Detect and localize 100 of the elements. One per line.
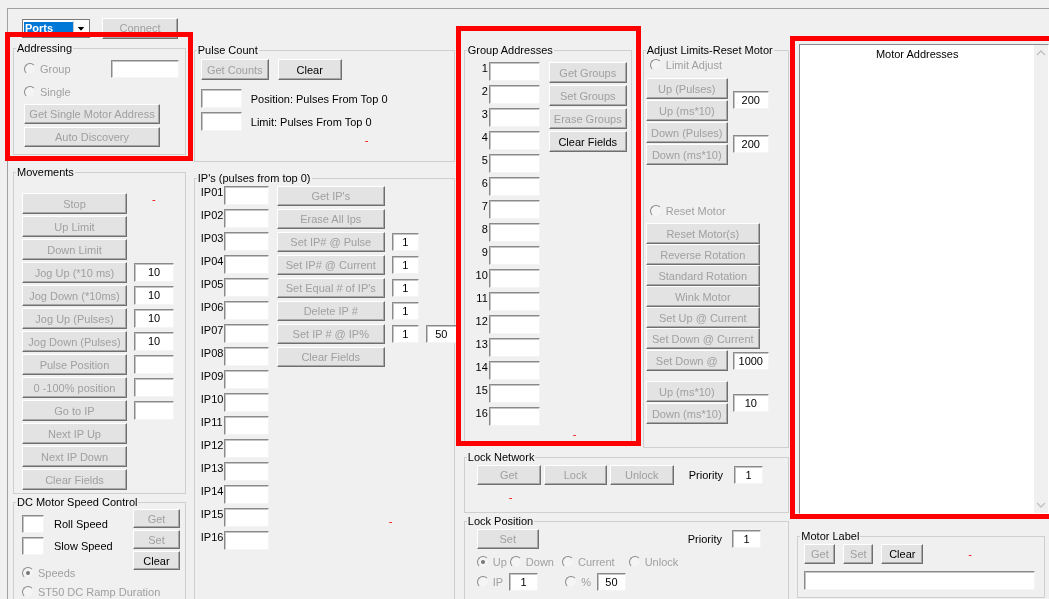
group-field[interactable] — [488, 62, 540, 81]
priority-label: Priority — [688, 469, 723, 481]
group-field[interactable] — [488, 384, 540, 403]
group-title: Movements — [16, 166, 75, 178]
ip-field[interactable] — [223, 186, 269, 205]
group-field[interactable] — [488, 154, 540, 173]
group-field[interactable] — [488, 246, 540, 265]
readout-text: Limit: Pulses From Top 0 — [250, 115, 372, 128]
ip-label: IP15 — [200, 508, 224, 520]
speed-field[interactable] — [22, 537, 44, 555]
slot-number: 3 — [480, 108, 488, 120]
group-field[interactable] — [488, 131, 540, 150]
speed-button[interactable]: Clear — [133, 551, 180, 570]
group-title: Addressing — [16, 42, 74, 54]
pulse-field[interactable] — [200, 89, 242, 108]
readout-text: Position: Pulses From Top 0 — [250, 92, 388, 105]
ip-field[interactable] — [223, 416, 269, 435]
pulse-button[interactable]: Clear — [277, 59, 342, 80]
pulse-field[interactable] — [200, 112, 242, 131]
status-text: - — [572, 428, 577, 440]
group-title: DC Motor Speed Control — [16, 496, 139, 508]
group-title: Lock Position — [466, 515, 535, 527]
priority-label: Priority — [687, 533, 722, 545]
ip-label: IP03 — [200, 232, 224, 244]
address-field[interactable] — [111, 60, 179, 78]
ip-label: IP07 — [200, 324, 224, 336]
group-field[interactable] — [488, 315, 540, 334]
ip-field[interactable] — [223, 232, 269, 251]
ip-label: IP11 — [200, 416, 224, 428]
field-label: Roll Speed — [54, 518, 108, 530]
group-field[interactable] — [488, 85, 540, 104]
group-field[interactable] — [488, 407, 540, 426]
group-field[interactable] — [488, 177, 540, 196]
ip-field[interactable] — [223, 324, 269, 343]
group-title: Group Addresses — [466, 44, 554, 56]
status-text: - — [508, 491, 513, 503]
group-title: Lock Network — [466, 451, 536, 463]
label-button[interactable]: Clear — [881, 544, 924, 564]
group-field[interactable] — [488, 361, 540, 380]
ip-field[interactable] — [223, 531, 269, 550]
group-title: Adjust Limits-Reset Motor — [645, 44, 774, 56]
group-field[interactable] — [488, 292, 540, 311]
ip-label: IP13 — [200, 462, 224, 474]
slot-number: 10 — [474, 269, 488, 281]
ip-label: IP06 — [200, 301, 224, 313]
speed-field[interactable] — [22, 515, 44, 533]
priority-field[interactable]: 1 — [732, 530, 761, 548]
ip-label: IP02 — [200, 209, 224, 221]
ip-field[interactable] — [223, 370, 269, 389]
ip-field[interactable] — [223, 209, 269, 228]
number-field[interactable] — [134, 378, 174, 397]
label-field[interactable] — [804, 571, 1036, 590]
ip-label: IP10 — [200, 393, 224, 405]
ip-label: IP05 — [200, 278, 224, 290]
field-label: Slow Speed — [54, 540, 113, 552]
ip-label: IP04 — [200, 255, 224, 267]
slot-number: 11 — [475, 292, 488, 304]
number-field[interactable]: 200 — [732, 134, 769, 153]
slot-number: 7 — [480, 200, 488, 212]
list-header: Motor Addresses — [874, 47, 960, 62]
slot-number: 9 — [480, 246, 488, 258]
group-field[interactable] — [488, 269, 540, 288]
ip-label: IP14 — [200, 485, 224, 497]
group-field[interactable] — [488, 200, 540, 219]
slot-number: 12 — [474, 315, 488, 327]
group-address-button[interactable]: Clear Fields — [548, 131, 627, 152]
slot-number: 4 — [480, 131, 488, 143]
number-field[interactable]: 200 — [732, 90, 769, 109]
ip-field[interactable] — [223, 347, 269, 366]
ip-field[interactable] — [223, 301, 269, 320]
ip-field[interactable] — [223, 485, 269, 504]
slot-number: 2 — [480, 85, 488, 97]
ip-field[interactable] — [223, 439, 269, 458]
ip-field[interactable] — [223, 255, 269, 274]
slot-number: 6 — [480, 177, 488, 189]
group-field[interactable] — [488, 338, 540, 357]
group-title: IP's (pulses from top 0) — [196, 172, 312, 184]
slot-number: 15 — [474, 384, 488, 396]
number-field[interactable]: 1000 — [732, 351, 769, 370]
status-text: - — [152, 193, 156, 205]
group-title: Pulse Count — [196, 44, 259, 56]
slot-number: 13 — [474, 338, 488, 350]
group-field[interactable] — [488, 223, 540, 242]
number-field[interactable] — [134, 355, 174, 374]
ip-field[interactable] — [223, 508, 269, 527]
group-field[interactable] — [488, 108, 540, 127]
number-field[interactable]: 10 — [732, 393, 769, 412]
ip-label: IP16 — [200, 531, 224, 543]
status-text: - — [968, 548, 972, 560]
ip-field[interactable] — [223, 278, 269, 297]
group-title: Motor Label — [800, 530, 861, 542]
slot-number: 5 — [480, 154, 488, 166]
slot-number: 14 — [474, 361, 488, 373]
ip-field[interactable] — [223, 393, 269, 412]
number-field[interactable] — [134, 401, 174, 420]
ip-field[interactable] — [223, 462, 269, 481]
ip-label: IP09 — [200, 370, 224, 382]
priority-field[interactable]: 1 — [734, 466, 763, 484]
status-text: - — [364, 134, 369, 146]
status-text: - — [388, 515, 393, 527]
